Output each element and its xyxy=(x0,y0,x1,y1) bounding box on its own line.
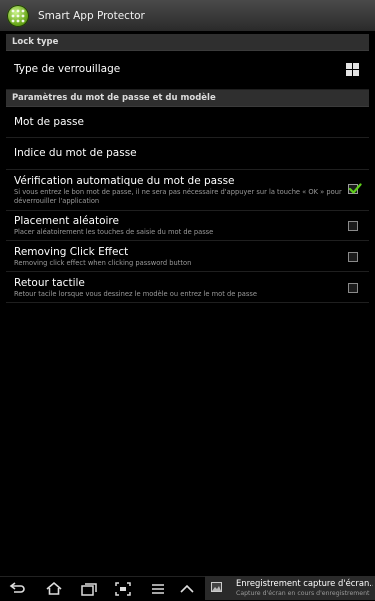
notification-subtitle: Capture d'écran en cours d'enregistremen… xyxy=(236,590,370,597)
lock-type-row[interactable]: Type de verrouillage xyxy=(6,51,369,90)
random-placement-row[interactable]: Placement aléatoire Placer aléatoirement… xyxy=(6,211,369,241)
password-hint-row[interactable]: Indice du mot de passe xyxy=(6,138,369,170)
home-icon[interactable] xyxy=(45,581,63,597)
screenshot-notification[interactable]: Enregistrement capture d'écran... Captur… xyxy=(205,576,375,600)
haptic-feedback-summary: Retour tacile lorsque vous dessinez le m… xyxy=(14,290,257,298)
autoverify-row[interactable]: Vérification automatique du mot de passe… xyxy=(6,170,369,211)
back-icon[interactable] xyxy=(8,581,26,597)
image-icon xyxy=(211,582,222,592)
lock-type-label: Type de verrouillage xyxy=(14,63,121,75)
screenshot-icon[interactable] xyxy=(114,581,132,597)
random-placement-title: Placement aléatoire xyxy=(14,215,119,227)
autoverify-checkbox[interactable] xyxy=(348,183,362,194)
pattern-grid-icon xyxy=(346,63,359,76)
app-logo-icon xyxy=(7,4,29,27)
password-hint-label: Indice du mot de passe xyxy=(14,147,137,159)
settings-list: Lock type Type de verrouillage Paramètre… xyxy=(6,34,369,303)
click-effect-summary: Removing click effect when clicking pass… xyxy=(14,259,192,267)
checkmark-icon xyxy=(348,183,362,194)
autoverify-summary: Si vous entrez le bon mot de passe, il n… xyxy=(14,188,342,205)
chevron-up-icon[interactable] xyxy=(178,581,196,597)
section-header-password: Paramètres du mot de passe et du modèle xyxy=(6,90,369,107)
notification-title: Enregistrement capture d'écran... xyxy=(236,578,373,588)
section-header-lock: Lock type xyxy=(6,34,369,51)
autoverify-title: Vérification automatique du mot de passe xyxy=(14,175,235,187)
random-placement-checkbox[interactable] xyxy=(348,221,358,231)
recent-apps-icon[interactable] xyxy=(80,581,98,597)
title-bar: Smart App Protector xyxy=(0,0,375,31)
menu-icon[interactable] xyxy=(149,581,167,597)
haptic-feedback-checkbox[interactable] xyxy=(348,283,358,293)
click-effect-title: Removing Click Effect xyxy=(14,246,129,258)
app-title: Smart App Protector xyxy=(38,9,145,22)
password-row[interactable]: Mot de passe xyxy=(6,107,369,138)
click-effect-row[interactable]: Removing Click Effect Removing click eff… xyxy=(6,241,369,272)
haptic-feedback-row[interactable]: Retour tactile Retour tacile lorsque vou… xyxy=(6,272,369,303)
click-effect-checkbox[interactable] xyxy=(348,252,358,262)
password-label: Mot de passe xyxy=(14,116,84,128)
haptic-feedback-title: Retour tactile xyxy=(14,277,85,289)
random-placement-summary: Placer aléatoirement les touches de sais… xyxy=(14,228,214,236)
